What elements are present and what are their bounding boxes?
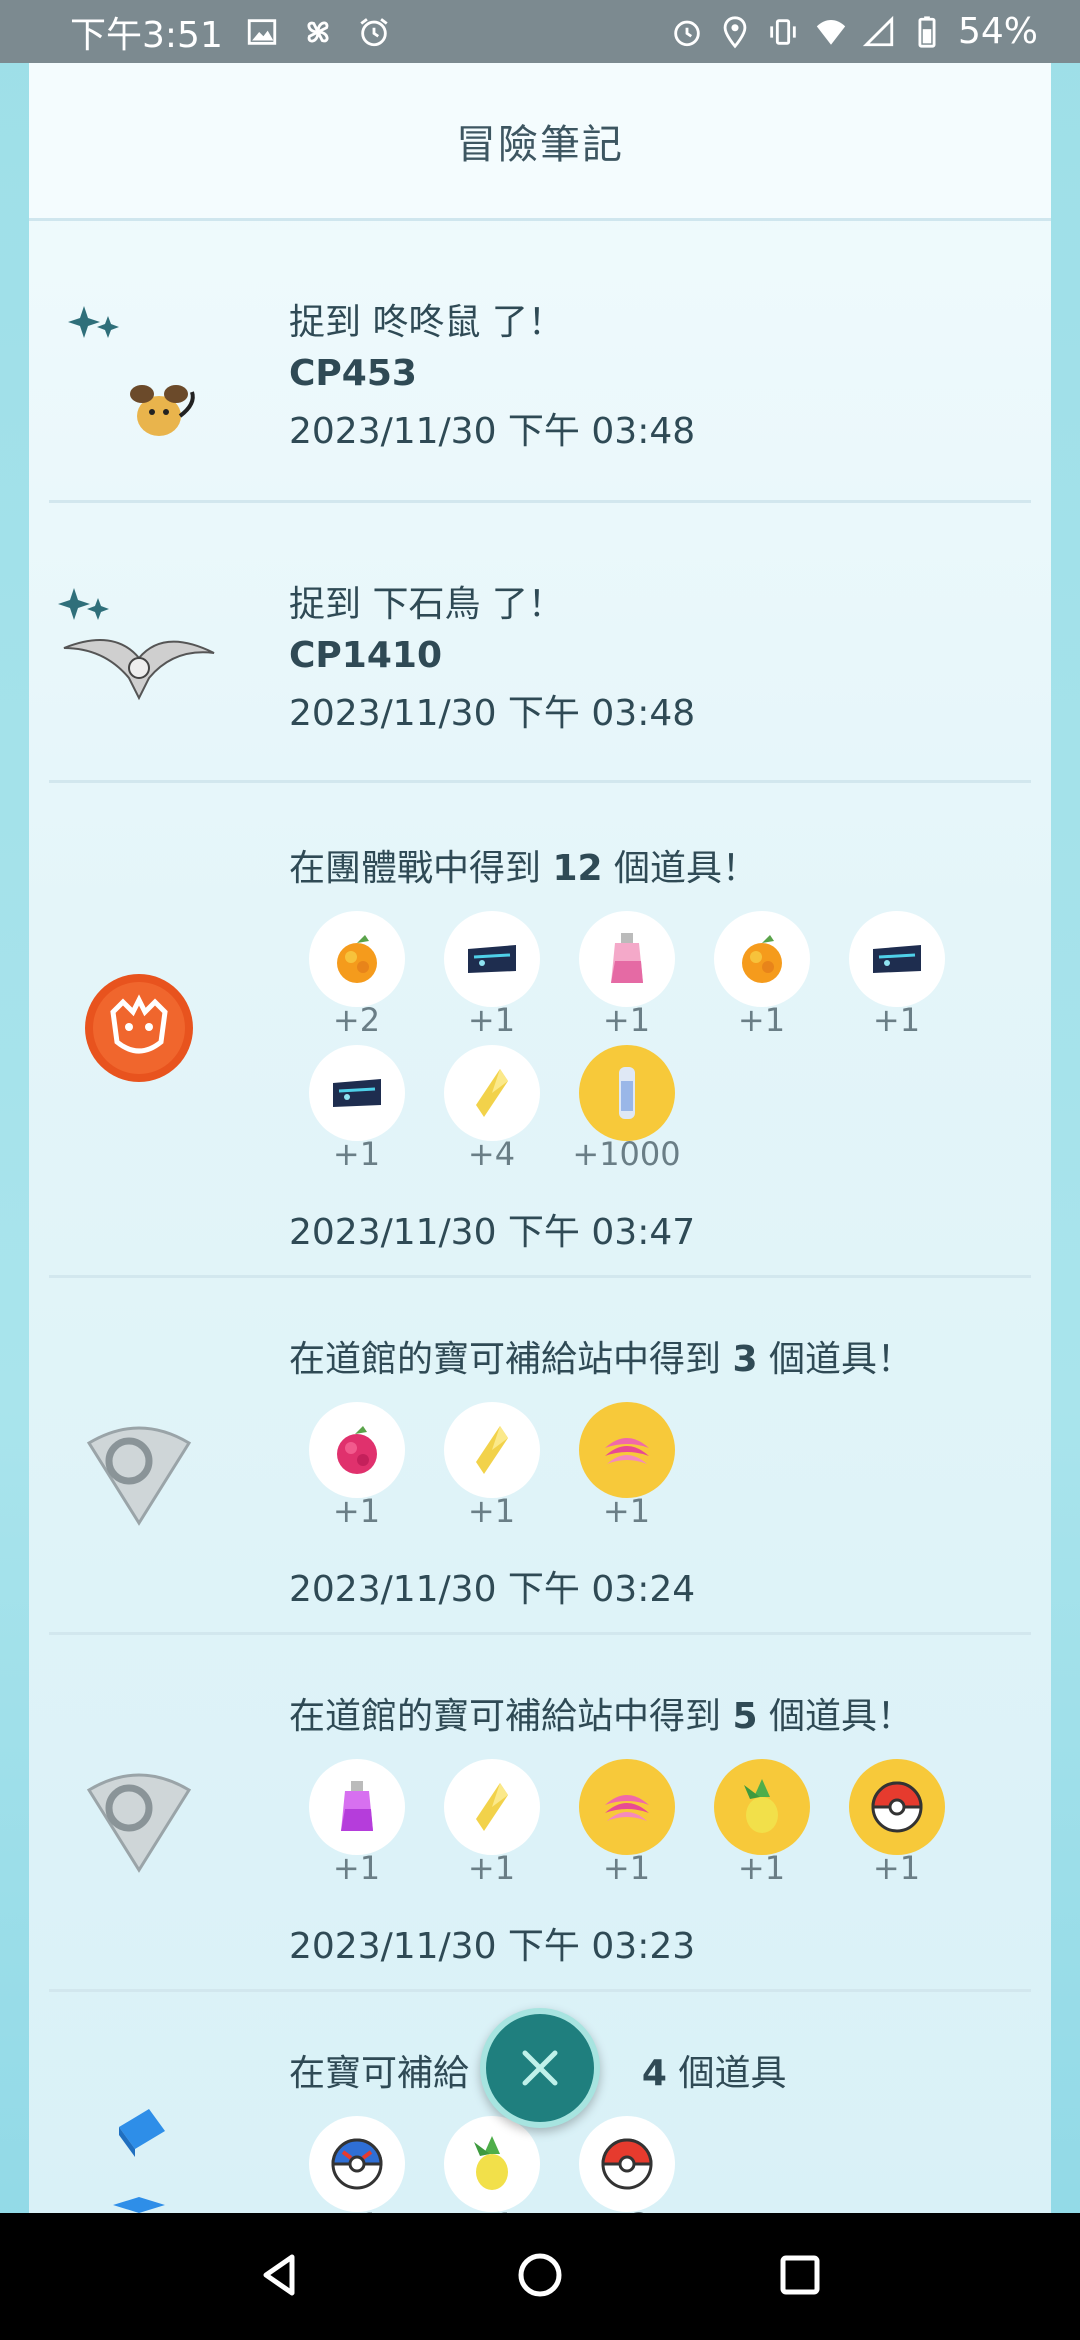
stardust-icon [578, 1045, 675, 1141]
poke-ball-icon [848, 1759, 945, 1855]
journal-header: 冒險筆記 [29, 63, 1051, 221]
close-icon [522, 2050, 558, 2086]
list-item: +1 [424, 1759, 559, 1887]
poke-ball-icon [578, 2116, 675, 2212]
rare-candy-icon [443, 1759, 540, 1855]
list-item: +2 [559, 2116, 694, 2213]
entry-date: 2023/11/30 下午 03:48 [289, 411, 696, 452]
list-item: +1 [424, 2116, 559, 2213]
list-item: +1 [424, 1402, 559, 1530]
status-bar: 下午3:51 54% [0, 0, 1080, 63]
list-item: +1 [289, 1759, 424, 1887]
journal-panel[interactable]: 冒險筆記 捉到 咚咚鼠 了！ CP453 2023/11/30 下午 03:48 [29, 63, 1051, 2213]
list-item: +1 [559, 911, 694, 1039]
reward-items: +1 +1 +1 [289, 1402, 969, 1536]
entry-date: 2023/11/30 下午 03:24 [289, 1569, 696, 1610]
journal-entry-catch[interactable]: 捉到 咚咚鼠 了！ CP453 2023/11/30 下午 03:48 [49, 221, 1031, 503]
mandibuzz-pokemon-icon [49, 543, 229, 743]
entry-date: 2023/11/30 下午 03:23 [289, 1926, 696, 1967]
gym-icon [49, 1408, 229, 1538]
home-button[interactable] [514, 2249, 566, 2305]
entry-date: 2023/11/30 下午 03:48 [289, 693, 696, 734]
list-item: +1000 [559, 1045, 694, 1173]
list-item: +1 [559, 1759, 694, 1887]
close-button[interactable] [480, 2008, 600, 2128]
entry-title: 捉到 下石鳥 了！ [289, 584, 564, 625]
status-time: 下午3:51 [70, 14, 223, 56]
pinap-berry-icon [443, 2116, 540, 2212]
list-item: +1 [829, 911, 964, 1039]
golden-razz-berry-icon [713, 911, 810, 1007]
battery-percent: 54% [957, 11, 1038, 52]
list-item: +1 [694, 911, 829, 1039]
recents-button[interactable] [774, 2249, 826, 2305]
entry-title: 在道館的寶可補給站中得到 5 個道具！ [289, 1696, 913, 1737]
tm-icon [848, 911, 945, 1007]
signal-icon [862, 15, 896, 49]
system-nav-bar [0, 2213, 1080, 2340]
recents-icon [780, 2255, 820, 2294]
list-item: +1 [289, 2116, 424, 2213]
list-item: +1 [289, 1045, 424, 1173]
alarm-icon [670, 15, 704, 49]
location-icon [718, 15, 752, 49]
list-item: +1 [694, 1759, 829, 1887]
entry-title: 在團體戰中得到 12 個道具！ [289, 848, 759, 889]
vibrate-icon [766, 15, 800, 49]
reward-items: +1 +1 +1 +1 +1 [289, 1759, 969, 1893]
super-potion-icon [308, 1759, 405, 1855]
list-item: +1 [829, 1759, 964, 1887]
pokestop-icon [49, 2082, 229, 2213]
raid-boss-icon [49, 963, 229, 1093]
list-item: +2 [289, 911, 424, 1039]
back-button[interactable] [254, 2249, 306, 2305]
reward-items: +2 +1 +1 +1 +1 +1 +4 +1000 [289, 911, 969, 1179]
rare-candy-icon [443, 1402, 540, 1498]
entry-title: 在寶可補給 4 個道具 [289, 2053, 787, 2094]
back-icon [263, 2254, 295, 2295]
rare-candy-icon [443, 1045, 540, 1141]
wifi-icon [814, 15, 848, 49]
tm-icon [308, 1045, 405, 1141]
razz-berry-icon [308, 1402, 405, 1498]
list-item: +1 [559, 1402, 694, 1530]
gym-icon [49, 1755, 229, 1885]
entry-cp: CP1410 [289, 635, 442, 676]
reward-items: +1 +1 +2 [289, 2116, 969, 2213]
list-item: +1 [424, 911, 559, 1039]
image-icon [245, 15, 279, 49]
entry-title: 捉到 咚咚鼠 了！ [289, 302, 564, 343]
home-icon [518, 2253, 562, 2296]
battery-icon [910, 15, 944, 49]
journal-entry-gym[interactable]: 在道館的寶可補給站中得到 5 個道具！ +1 +1 +1 +1 +1 2023/… [49, 1635, 1031, 1992]
pinwheel-icon [301, 15, 335, 49]
pinap-berry-icon [713, 1759, 810, 1855]
golden-razz-berry-icon [308, 911, 405, 1007]
entry-cp: CP453 [289, 353, 417, 394]
entry-date: 2023/11/30 下午 03:47 [289, 1212, 696, 1253]
entry-title: 在道館的寶可補給站中得到 3 個道具！ [289, 1339, 913, 1380]
list-item: +4 [424, 1045, 559, 1173]
tm-icon [443, 911, 540, 1007]
journal-entry-catch[interactable]: 捉到 下石鳥 了！ CP1410 2023/11/30 下午 03:48 [49, 503, 1031, 783]
journal-entry-gym[interactable]: 在道館的寶可補給站中得到 3 個道具！ +1 +1 +1 2023/11/30 [49, 1278, 1031, 1635]
list-item: +1 [289, 1402, 424, 1530]
nanab-berry-icon [578, 1402, 675, 1498]
alarm-icon [357, 15, 391, 49]
dedenne-pokemon-icon [49, 261, 229, 461]
page-title: 冒險筆記 [456, 121, 624, 168]
potion-icon [578, 911, 675, 1007]
nanab-berry-icon [578, 1759, 675, 1855]
great-ball-icon [308, 2116, 405, 2212]
journal-entry-raid[interactable]: 在團體戰中得到 12 個道具！ +2 +1 +1 +1 +1 +1 +4 +10… [49, 783, 1031, 1278]
